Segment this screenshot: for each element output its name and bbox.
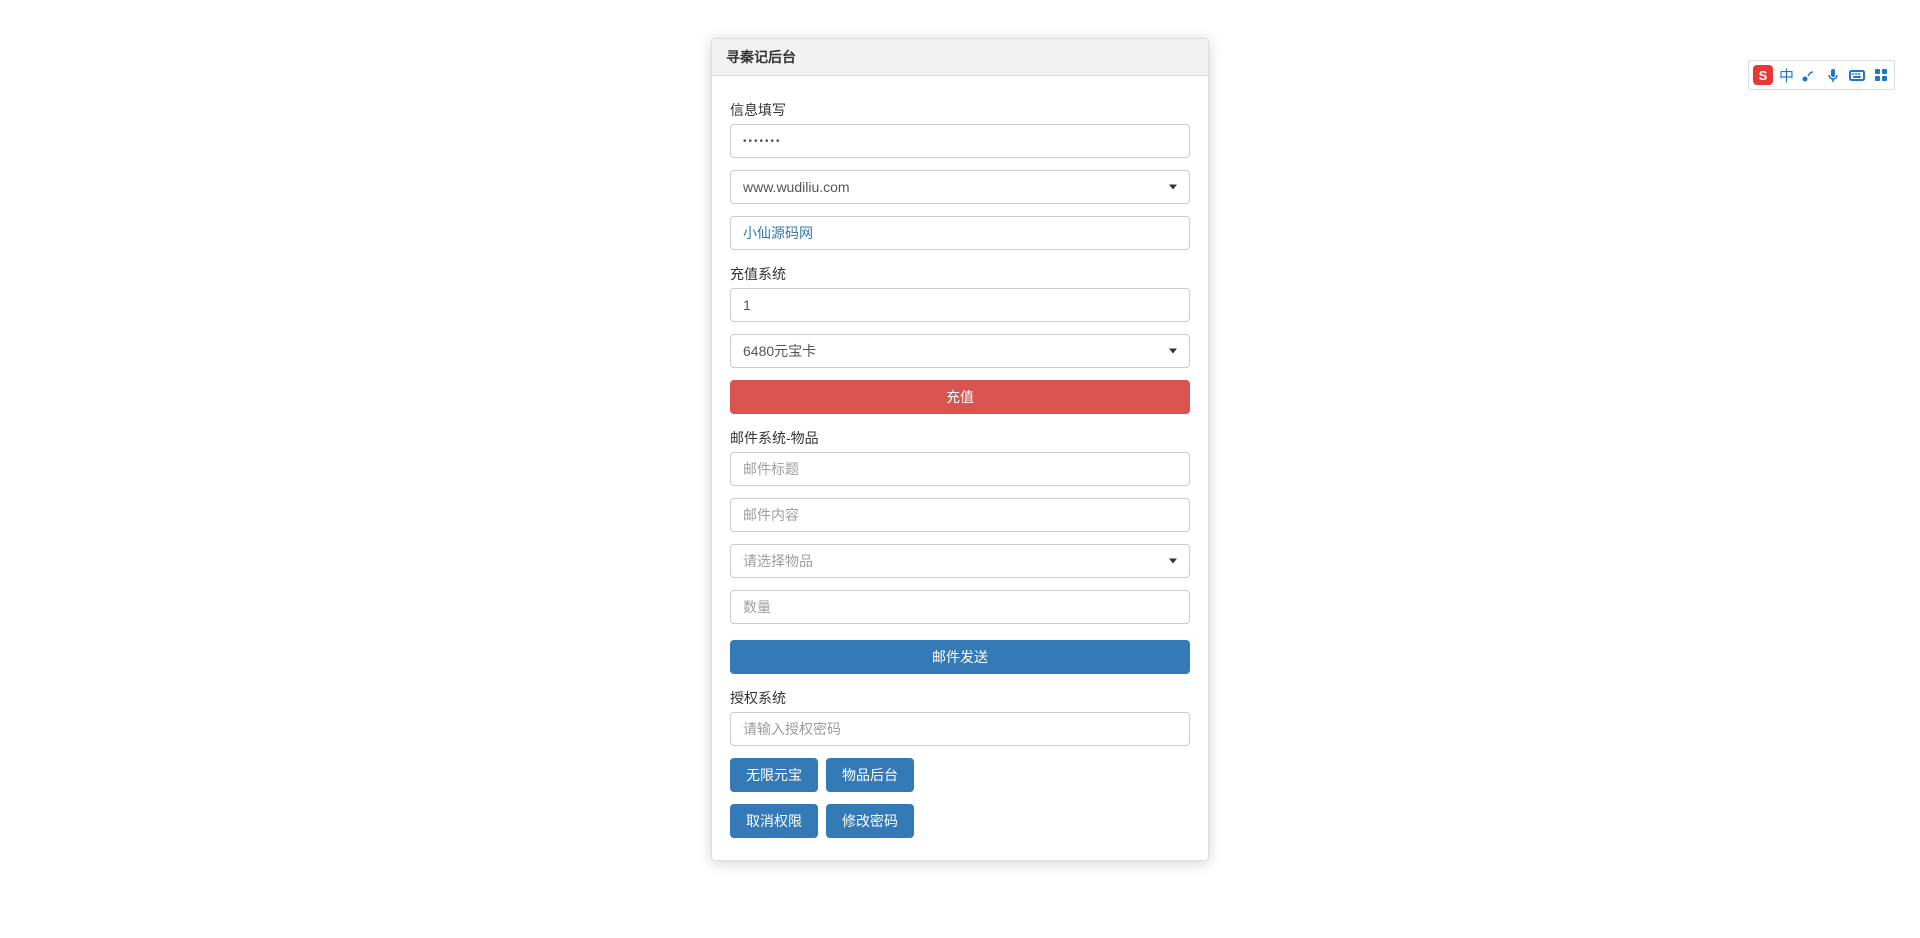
- auth-code-input[interactable]: [730, 712, 1190, 746]
- recharge-button[interactable]: 充值: [730, 380, 1190, 414]
- section-label-mail: 邮件系统-物品: [730, 428, 1190, 448]
- chevron-down-icon: [1169, 185, 1177, 190]
- server-select[interactable]: www.wudiliu.com: [730, 170, 1190, 204]
- admin-panel: 寻秦记后台 信息填写 www.wudiliu.com 充值系统 6480元宝卡 …: [711, 38, 1209, 861]
- panel-title: 寻秦记后台: [712, 39, 1208, 76]
- recharge-card-value: 6480元宝卡: [743, 341, 816, 361]
- ime-lang-indicator[interactable]: 中: [1779, 65, 1794, 86]
- auth-button-row-2: 取消权限 修改密码: [730, 804, 1190, 838]
- panel-body: 信息填写 www.wudiliu.com 充值系统 6480元宝卡 充值 邮件系…: [712, 76, 1208, 860]
- mail-item-select[interactable]: 请选择物品: [730, 544, 1190, 578]
- section-label-auth: 授权系统: [730, 688, 1190, 708]
- mail-item-placeholder: 请选择物品: [743, 551, 813, 571]
- ime-mic-icon[interactable]: [1824, 66, 1842, 84]
- password-input[interactable]: [730, 124, 1190, 158]
- ime-logo-icon: S: [1753, 65, 1773, 85]
- site-name-input[interactable]: [730, 216, 1190, 250]
- chevron-down-icon: [1169, 559, 1177, 564]
- recharge-card-select[interactable]: 6480元宝卡: [730, 334, 1190, 368]
- revoke-auth-button[interactable]: 取消权限: [730, 804, 818, 838]
- mail-content-input[interactable]: [730, 498, 1190, 532]
- mail-send-button[interactable]: 邮件发送: [730, 640, 1190, 674]
- ime-punct-icon[interactable]: [1800, 66, 1818, 84]
- ime-toolbar: S 中: [1748, 60, 1895, 90]
- ime-keyboard-icon[interactable]: [1848, 66, 1866, 84]
- section-label-recharge: 充值系统: [730, 264, 1190, 284]
- item-admin-button[interactable]: 物品后台: [826, 758, 914, 792]
- recharge-qty-input[interactable]: [730, 288, 1190, 322]
- change-password-button[interactable]: 修改密码: [826, 804, 914, 838]
- mail-title-input[interactable]: [730, 452, 1190, 486]
- server-select-value: www.wudiliu.com: [743, 179, 850, 195]
- unlimited-gold-button[interactable]: 无限元宝: [730, 758, 818, 792]
- chevron-down-icon: [1169, 349, 1177, 354]
- auth-button-row-1: 无限元宝 物品后台: [730, 758, 1190, 792]
- section-label-info: 信息填写: [730, 100, 1190, 120]
- mail-qty-input[interactable]: [730, 590, 1190, 624]
- ime-grid-icon[interactable]: [1872, 66, 1890, 84]
